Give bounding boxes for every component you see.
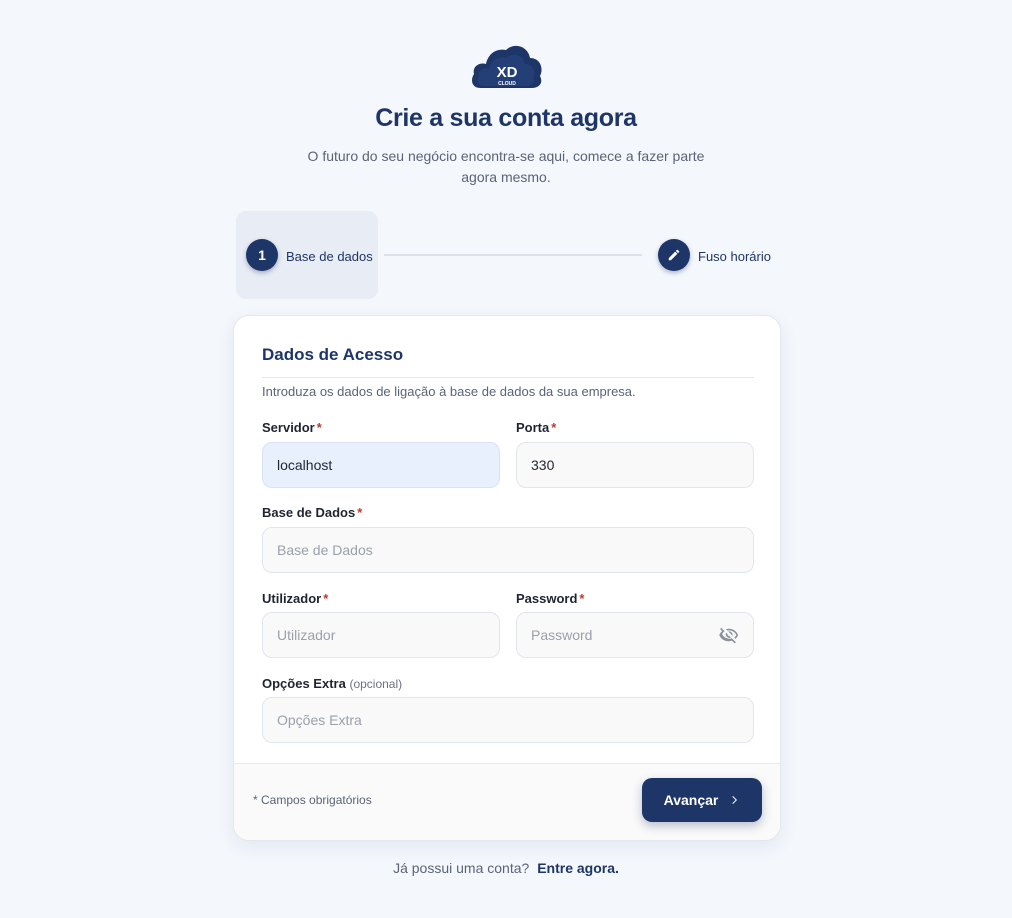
chevron-right-icon [732,796,738,804]
base-dados-input[interactable] [262,527,754,573]
step-2-circle[interactable] [658,239,690,271]
step-2-label[interactable]: Fuso horário [698,249,771,264]
step-1-number[interactable]: 1 [246,239,278,271]
porta-label-text: Porta [516,420,550,435]
base-dados-label: Base de Dados * [262,505,362,520]
logo-text: XD [497,64,518,81]
next-button[interactable]: Avançar [642,778,762,822]
servidor-input[interactable] [262,442,500,488]
step-1-label[interactable]: Base de dados [286,249,373,264]
opcoes-extra-label-text: Opções Extra [262,676,346,691]
xd-cloud-logo: XD CLOUD [470,40,544,92]
card-footer: * Campos obrigatórios Avançar [234,763,780,840]
servidor-label: Servidor * [262,420,322,435]
required-mark: * [551,420,557,435]
required-mark: * [316,420,322,435]
required-mark: * [323,591,329,606]
page-subtitle: O futuro do seu negócio encontra-se aqui… [307,148,705,185]
page-title: Crie a sua conta agora [375,104,637,132]
opcoes-extra-input[interactable] [262,697,754,743]
card-description: Introduza os dados de ligação à base de … [262,384,636,399]
required-mark: * [579,591,585,606]
utilizador-label: Utilizador * [262,591,328,606]
login-prompt: Já possui uma conta? Entre agora. [0,860,1012,876]
access-data-card: Dados de Acesso Introduza os dados de li… [233,315,781,841]
pencil-icon [668,249,680,261]
porta-label: Porta * [516,420,556,435]
porta-input[interactable] [516,442,754,488]
next-button-label: Avançar [663,792,719,808]
utilizador-label-text: Utilizador [262,591,322,606]
step-connector [384,254,642,256]
signup-stepper: 1 Base de dados Fuso horário [236,211,776,299]
required-mark: * [357,505,363,520]
servidor-label-text: Servidor [262,420,315,435]
logo-subtext: CLOUD [498,81,516,87]
utilizador-input[interactable] [262,612,500,658]
password-label-text: Password [516,591,578,606]
card-title: Dados de Acesso [262,345,404,364]
required-fields-note: * Campos obrigatórios [253,793,372,807]
card-divider [262,377,754,378]
password-label: Password * [516,591,584,606]
login-prompt-text: Já possui uma conta? [393,860,530,876]
login-link[interactable]: Entre agora. [537,860,619,876]
eye-off-icon[interactable] [719,625,739,645]
opcoes-extra-label: Opções Extra (opcional) [262,676,402,691]
base-dados-label-text: Base de Dados [262,505,356,520]
optional-hint: (opcional) [349,677,403,691]
